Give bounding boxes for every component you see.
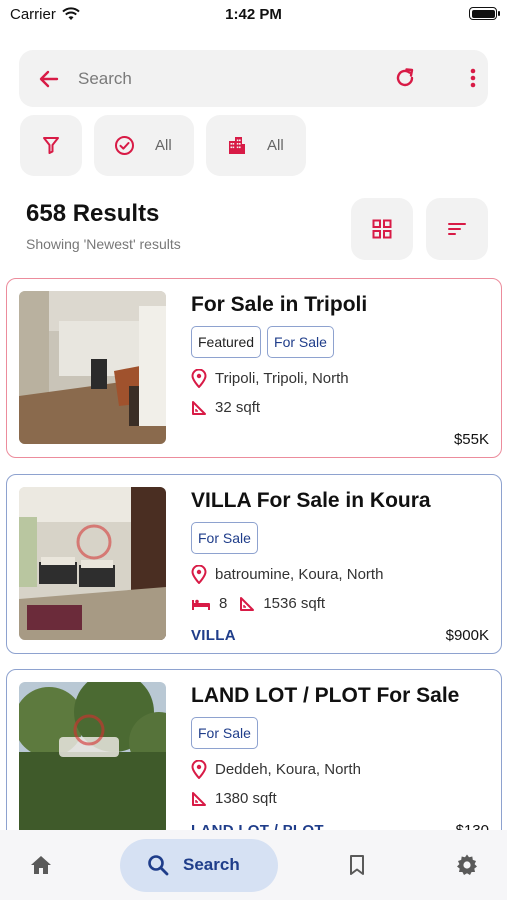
- search-icon: [148, 855, 169, 876]
- battery-icon: [469, 7, 500, 20]
- check-circle-icon: [115, 136, 134, 155]
- location-text: batroumine, Koura, North: [215, 566, 384, 583]
- listing-photo: [19, 682, 166, 830]
- status-filter-chip[interactable]: All: [94, 115, 194, 176]
- grid-icon: [372, 219, 392, 239]
- home-icon[interactable]: [29, 854, 53, 876]
- listing-photo: [19, 291, 166, 444]
- area-text: 1380 sqft: [215, 790, 277, 807]
- location-text: Deddeh, Koura, North: [215, 761, 361, 778]
- sort-icon: [448, 223, 466, 235]
- location-pin-icon: [191, 760, 207, 779]
- arrow-back-icon[interactable]: [37, 67, 61, 91]
- nav-search-tab[interactable]: Search: [120, 839, 278, 892]
- refresh-icon[interactable]: [393, 66, 417, 90]
- listing-list[interactable]: For Sale in Tripoli Featured For Sale Tr…: [0, 270, 507, 830]
- property-type-filter-chip[interactable]: All: [206, 115, 306, 176]
- search-bar: Search: [19, 50, 488, 107]
- property-type-filter-label: All: [267, 137, 284, 154]
- area-ruler-icon: [192, 791, 206, 806]
- listing-badges: Featured For Sale: [191, 326, 334, 358]
- clock: 1:42 PM: [225, 6, 282, 23]
- listing-photo: [19, 487, 166, 640]
- status-bar: Carrier 1:42 PM: [0, 0, 507, 30]
- bottom-navigation: Search: [0, 830, 507, 900]
- listing-location: batroumine, Koura, North: [191, 565, 383, 584]
- funnel-icon: [43, 137, 59, 154]
- listing-price: $55K: [453, 431, 489, 448]
- for-sale-badge: For Sale: [267, 326, 334, 358]
- area-text: 1536 sqft: [263, 595, 326, 612]
- listing-badges: For Sale: [191, 522, 258, 554]
- property-type-label: LAND LOT / PLOT: [191, 822, 324, 830]
- nav-search-label: Search: [183, 855, 240, 874]
- listing-badges: For Sale: [191, 717, 258, 749]
- featured-badge: Featured: [191, 326, 262, 358]
- filter-button[interactable]: [20, 115, 82, 176]
- listing-card[interactable]: LAND LOT / PLOT For Sale For Sale Deddeh…: [6, 669, 502, 830]
- gear-icon[interactable]: [455, 853, 479, 877]
- search-input[interactable]: Search: [78, 69, 132, 89]
- listing-price: $130: [456, 822, 489, 830]
- grid-view-button[interactable]: [351, 198, 413, 260]
- listing-location: Tripoli, Tripoli, North: [191, 369, 349, 388]
- area-ruler-icon: [192, 400, 206, 415]
- listing-title: VILLA For Sale in Koura: [191, 489, 431, 512]
- location-pin-icon: [191, 369, 207, 388]
- area-ruler-icon: [240, 596, 255, 611]
- listing-title: LAND LOT / PLOT For Sale: [191, 684, 460, 707]
- listing-price: $900K: [445, 627, 489, 644]
- listing-card[interactable]: VILLA For Sale in Koura For Sale batroum…: [6, 474, 502, 654]
- listing-meta: 1380 sqft: [191, 790, 277, 807]
- for-sale-badge: For Sale: [191, 522, 258, 554]
- listing-card[interactable]: For Sale in Tripoli Featured For Sale Tr…: [6, 278, 502, 458]
- area-text: 32 sqft: [215, 399, 261, 416]
- buildings-icon: [229, 137, 245, 154]
- status-filter-label: All: [155, 137, 172, 154]
- sort-button[interactable]: [426, 198, 488, 260]
- bed-icon: [192, 599, 210, 610]
- listing-meta: 32 sqft: [191, 399, 260, 416]
- location-text: Tripoli, Tripoli, North: [215, 370, 349, 387]
- property-type-label: VILLA: [191, 627, 236, 644]
- bedrooms-text: 8: [219, 595, 228, 612]
- bookmark-icon[interactable]: [347, 854, 367, 876]
- listing-location: Deddeh, Koura, North: [191, 760, 361, 779]
- results-count: 658 Results: [26, 200, 160, 227]
- more-vertical-icon[interactable]: [463, 66, 483, 90]
- listing-meta: 8 1536 sqft: [191, 595, 325, 612]
- listing-title: For Sale in Tripoli: [191, 293, 368, 316]
- location-pin-icon: [191, 565, 207, 584]
- results-subtitle: Showing 'Newest' results: [26, 236, 181, 252]
- for-sale-badge: For Sale: [191, 717, 258, 749]
